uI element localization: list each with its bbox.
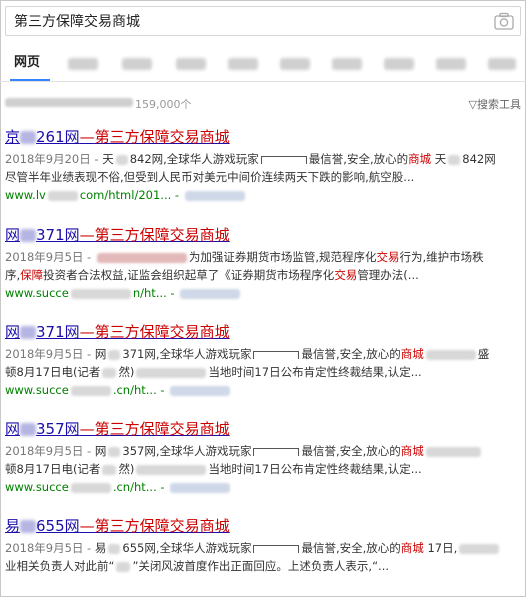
- redacted-block: [20, 423, 37, 436]
- bracket-mark: [253, 544, 300, 553]
- result-snippet-line-1: 2018年9月5日 - 为加强证券期货市场监管,规范程序化交易行为,维护市场秩: [5, 250, 484, 264]
- search-result: 易 655网—第三方保障交易商城 2018年9月5日 - 易 655网,全球华人游戏…: [5, 516, 521, 575]
- search-result: 网 371网—第三方保障交易商城 2018年9月5日 - 为加强证券期货市场监管,…: [5, 225, 521, 302]
- result-snippet-line-1: 2018年9月5日 - 网 371网,全球华人游戏玩家 最信誉,安全,放心的商城盛: [5, 347, 490, 361]
- search-bar: [5, 6, 521, 36]
- tab-blurred-4[interactable]: [228, 58, 258, 70]
- redacted-block: [20, 520, 37, 533]
- result-url[interactable]: www.succe n/ht... -: [5, 285, 521, 302]
- result-snippet-line-1: 2018年9月5日 - 网 357网,全球华人游戏玩家 最信誉,安全,放心的商城: [5, 442, 521, 460]
- bracket-mark: [253, 447, 300, 456]
- bracket-mark: [260, 155, 307, 164]
- search-result: 网 371网—第三方保障交易商城 2018年9月5日 - 网 371网,全球华人游戏…: [5, 322, 521, 399]
- result-title[interactable]: 易 655网—第三方保障交易商城: [5, 516, 521, 536]
- search-tools-button[interactable]: ▽搜索工具: [469, 96, 521, 112]
- result-snippet-line-1: 2018年9月20日 - 天 842网,全球华人游戏玩家 最信誉,安全,放心的商城 …: [5, 152, 496, 166]
- search-input[interactable]: [14, 11, 484, 31]
- result-url[interactable]: www.succe .cn/ht... -: [5, 382, 521, 399]
- result-snippet-line-2: 尽管半年业绩表现不俗,但受到人民币对美元中间价连续两天下跌的影响,航空股...: [5, 170, 415, 184]
- tab-blurred-7[interactable]: [384, 58, 414, 70]
- tab-blurred-6[interactable]: [332, 58, 362, 70]
- result-snippet-line-2: 顿8月17日电(记者 然) 当地时间17日公布肯定性终裁结果,认定...: [5, 365, 422, 379]
- results-count: 159,000个: [135, 98, 192, 111]
- camera-icon[interactable]: [494, 12, 514, 30]
- result-snippet-line-2: 业相关负责人对此前“ ”关闭风波首度作出正面回应。上述负责人表示,“...: [5, 559, 390, 573]
- redacted-block: [20, 326, 37, 339]
- search-result: 网 357网—第三方保障交易商城 2018年9月5日 - 网 357网,全球华人游戏…: [5, 419, 521, 496]
- tab-blurred-3[interactable]: [176, 58, 206, 70]
- result-title[interactable]: 京 261网—第三方保障交易商城: [5, 127, 521, 147]
- tab-blurred-1[interactable]: [68, 58, 98, 70]
- result-url[interactable]: www.lv com/html/201... -: [5, 187, 521, 204]
- tab-active-indicator: [10, 79, 50, 81]
- redacted-block: [20, 131, 37, 144]
- result-title[interactable]: 网 371网—第三方保障交易商城: [5, 225, 521, 245]
- tab-blurred-2[interactable]: [122, 58, 152, 70]
- results-count-row: 159,000个 ▽搜索工具: [5, 96, 521, 112]
- tab-blurred-8[interactable]: [436, 58, 466, 70]
- result-title[interactable]: 网 371网—第三方保障交易商城: [5, 322, 521, 342]
- tab-web[interactable]: 网页: [14, 54, 40, 72]
- redacted-block: [20, 229, 37, 242]
- result-title[interactable]: 网 357网—第三方保障交易商城: [5, 419, 521, 439]
- bracket-mark: [253, 350, 300, 359]
- search-tabs: 网页: [0, 44, 526, 82]
- result-snippet-line-2: 顿8月17日电(记者 然) 当地时间17日公布肯定性终裁结果,认定...: [5, 462, 422, 476]
- search-result: 京 261网—第三方保障交易商城 2018年9月20日 - 天 842网,全球华人游…: [5, 127, 521, 204]
- count-label-blurred: [5, 98, 133, 107]
- tab-blurred-5[interactable]: [280, 58, 310, 70]
- result-url[interactable]: www.succe .cn/ht... -: [5, 479, 521, 496]
- tab-blurred-9[interactable]: [488, 58, 516, 70]
- result-snippet-line-2: 序,保障投资者合法权益,证监会组织起草了《证券期货市场程序化交易管理办法(...: [5, 268, 419, 282]
- result-snippet-line-1: 2018年9月5日 - 易 655网,全球华人游戏玩家 最信誉,安全,放心的商城 1…: [5, 539, 521, 557]
